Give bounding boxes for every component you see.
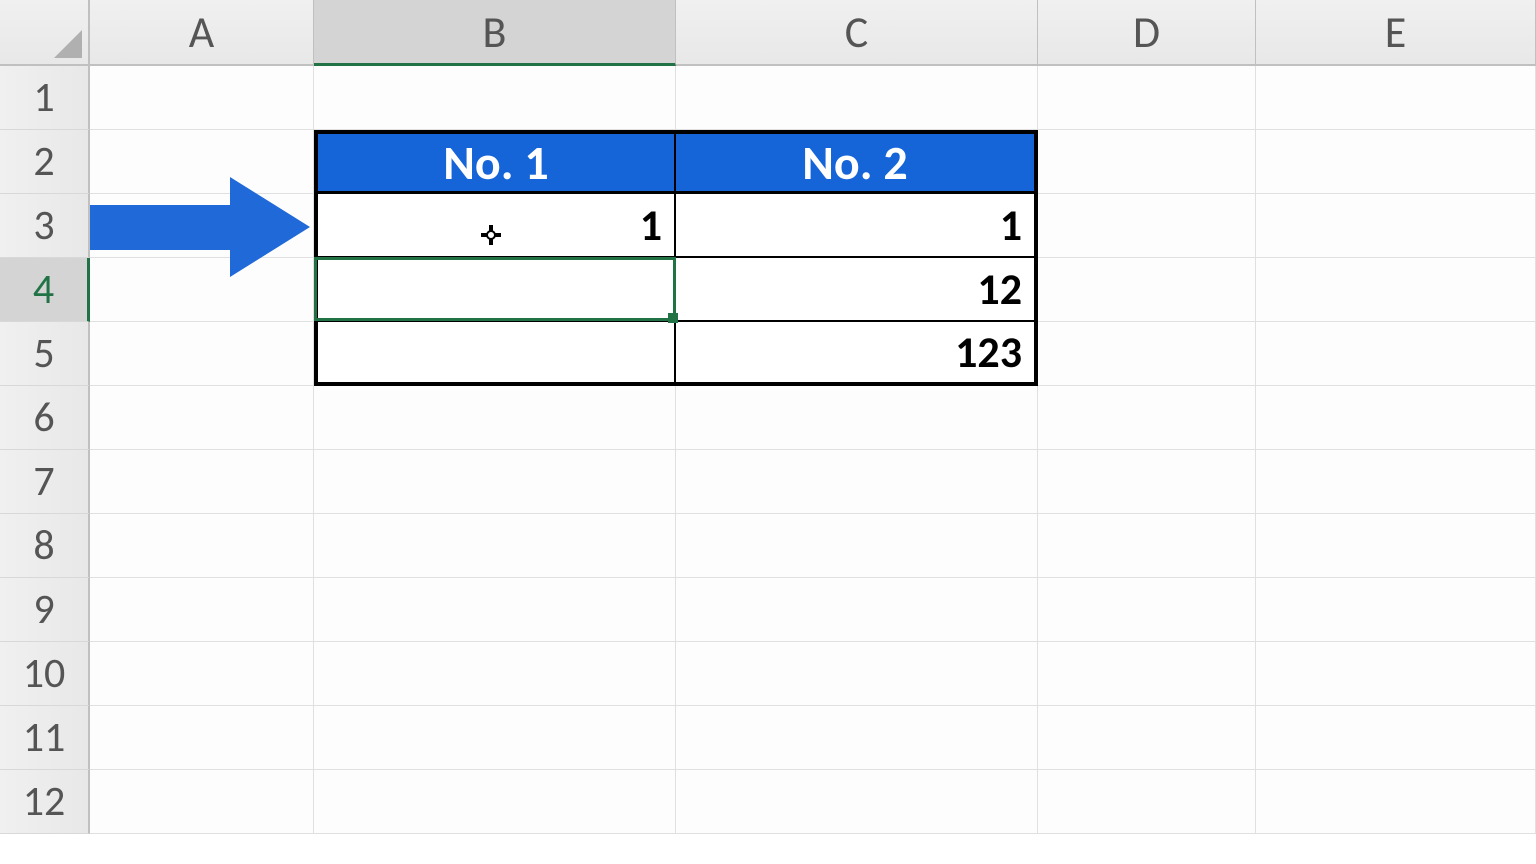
row-header-9[interactable]: 9 bbox=[0, 578, 90, 642]
cell-E12[interactable] bbox=[1256, 770, 1536, 834]
col-header-D[interactable]: D bbox=[1038, 0, 1256, 66]
column-headers: A B C D E bbox=[90, 0, 1536, 66]
arrow-head-icon bbox=[230, 177, 310, 277]
cell-C11[interactable] bbox=[676, 706, 1038, 770]
cell-D3[interactable] bbox=[1038, 194, 1256, 258]
cell-E6[interactable] bbox=[1256, 386, 1536, 450]
row-header-6[interactable]: 6 bbox=[0, 386, 90, 450]
cell-E11[interactable] bbox=[1256, 706, 1536, 770]
cell-D7[interactable] bbox=[1038, 450, 1256, 514]
cell-C7[interactable] bbox=[676, 450, 1038, 514]
cell-B3[interactable]: 1 bbox=[314, 194, 676, 258]
row-header-12[interactable]: 12 bbox=[0, 770, 90, 834]
cell-C5[interactable]: 123 bbox=[676, 322, 1038, 386]
cell-D6[interactable] bbox=[1038, 386, 1256, 450]
cell-B5[interactable] bbox=[314, 322, 676, 386]
cell-A5[interactable] bbox=[90, 322, 314, 386]
cell-E3[interactable] bbox=[1256, 194, 1536, 258]
col-header-E[interactable]: E bbox=[1256, 0, 1536, 66]
cell-C9[interactable] bbox=[676, 578, 1038, 642]
cell-D8[interactable] bbox=[1038, 514, 1256, 578]
cell-E4[interactable] bbox=[1256, 258, 1536, 322]
row-header-2[interactable]: 2 bbox=[0, 130, 90, 194]
cell-D1[interactable] bbox=[1038, 66, 1256, 130]
cell-C3[interactable]: 1 bbox=[676, 194, 1038, 258]
cell-B2[interactable]: No. 1 bbox=[314, 130, 676, 194]
cell-C6[interactable] bbox=[676, 386, 1038, 450]
cell-E5[interactable] bbox=[1256, 322, 1536, 386]
col-header-A[interactable]: A bbox=[90, 0, 314, 66]
row-header-5[interactable]: 5 bbox=[0, 322, 90, 386]
cell-B1[interactable] bbox=[314, 66, 676, 130]
row-header-7[interactable]: 7 bbox=[0, 450, 90, 514]
cell-D10[interactable] bbox=[1038, 642, 1256, 706]
cell-E8[interactable] bbox=[1256, 514, 1536, 578]
cell-B7[interactable] bbox=[314, 450, 676, 514]
cell-B10[interactable] bbox=[314, 642, 676, 706]
cell-A10[interactable] bbox=[90, 642, 314, 706]
cell-C12[interactable] bbox=[676, 770, 1038, 834]
cell-E10[interactable] bbox=[1256, 642, 1536, 706]
arrow-annotation bbox=[90, 177, 310, 277]
cell-D9[interactable] bbox=[1038, 578, 1256, 642]
cell-E9[interactable] bbox=[1256, 578, 1536, 642]
cell-D2[interactable] bbox=[1038, 130, 1256, 194]
arrow-body bbox=[90, 205, 230, 250]
cell-B11[interactable] bbox=[314, 706, 676, 770]
cell-A1[interactable] bbox=[90, 66, 314, 130]
cell-C4[interactable]: 12 bbox=[676, 258, 1038, 322]
cell-E1[interactable] bbox=[1256, 66, 1536, 130]
cell-B12[interactable] bbox=[314, 770, 676, 834]
cell-D12[interactable] bbox=[1038, 770, 1256, 834]
cell-B4[interactable] bbox=[314, 258, 676, 322]
cell-E7[interactable] bbox=[1256, 450, 1536, 514]
cell-B9[interactable] bbox=[314, 578, 676, 642]
cell-C2[interactable]: No. 2 bbox=[676, 130, 1038, 194]
cell-C10[interactable] bbox=[676, 642, 1038, 706]
cell-D4[interactable] bbox=[1038, 258, 1256, 322]
cell-D11[interactable] bbox=[1038, 706, 1256, 770]
cell-B6[interactable] bbox=[314, 386, 676, 450]
cell-A6[interactable] bbox=[90, 386, 314, 450]
select-all-corner[interactable] bbox=[0, 0, 90, 66]
cell-A11[interactable] bbox=[90, 706, 314, 770]
cell-C8[interactable] bbox=[676, 514, 1038, 578]
row-header-4[interactable]: 4 bbox=[0, 258, 90, 322]
spreadsheet-grid: A B C D E 1 2 3 4 5 6 7 8 9 10 11 12 No.… bbox=[0, 0, 1536, 864]
cell-D5[interactable] bbox=[1038, 322, 1256, 386]
cell-A7[interactable] bbox=[90, 450, 314, 514]
cell-A8[interactable] bbox=[90, 514, 314, 578]
row-header-10[interactable]: 10 bbox=[0, 642, 90, 706]
cell-B8[interactable] bbox=[314, 514, 676, 578]
row-header-3[interactable]: 3 bbox=[0, 194, 90, 258]
cell-E2[interactable] bbox=[1256, 130, 1536, 194]
row-headers: 1 2 3 4 5 6 7 8 9 10 11 12 bbox=[0, 66, 90, 834]
cell-A12[interactable] bbox=[90, 770, 314, 834]
cell-A9[interactable] bbox=[90, 578, 314, 642]
row-header-8[interactable]: 8 bbox=[0, 514, 90, 578]
row-header-1[interactable]: 1 bbox=[0, 66, 90, 130]
col-header-C[interactable]: C bbox=[676, 0, 1038, 66]
row-header-11[interactable]: 11 bbox=[0, 706, 90, 770]
col-header-B[interactable]: B bbox=[314, 0, 676, 66]
cell-C1[interactable] bbox=[676, 66, 1038, 130]
